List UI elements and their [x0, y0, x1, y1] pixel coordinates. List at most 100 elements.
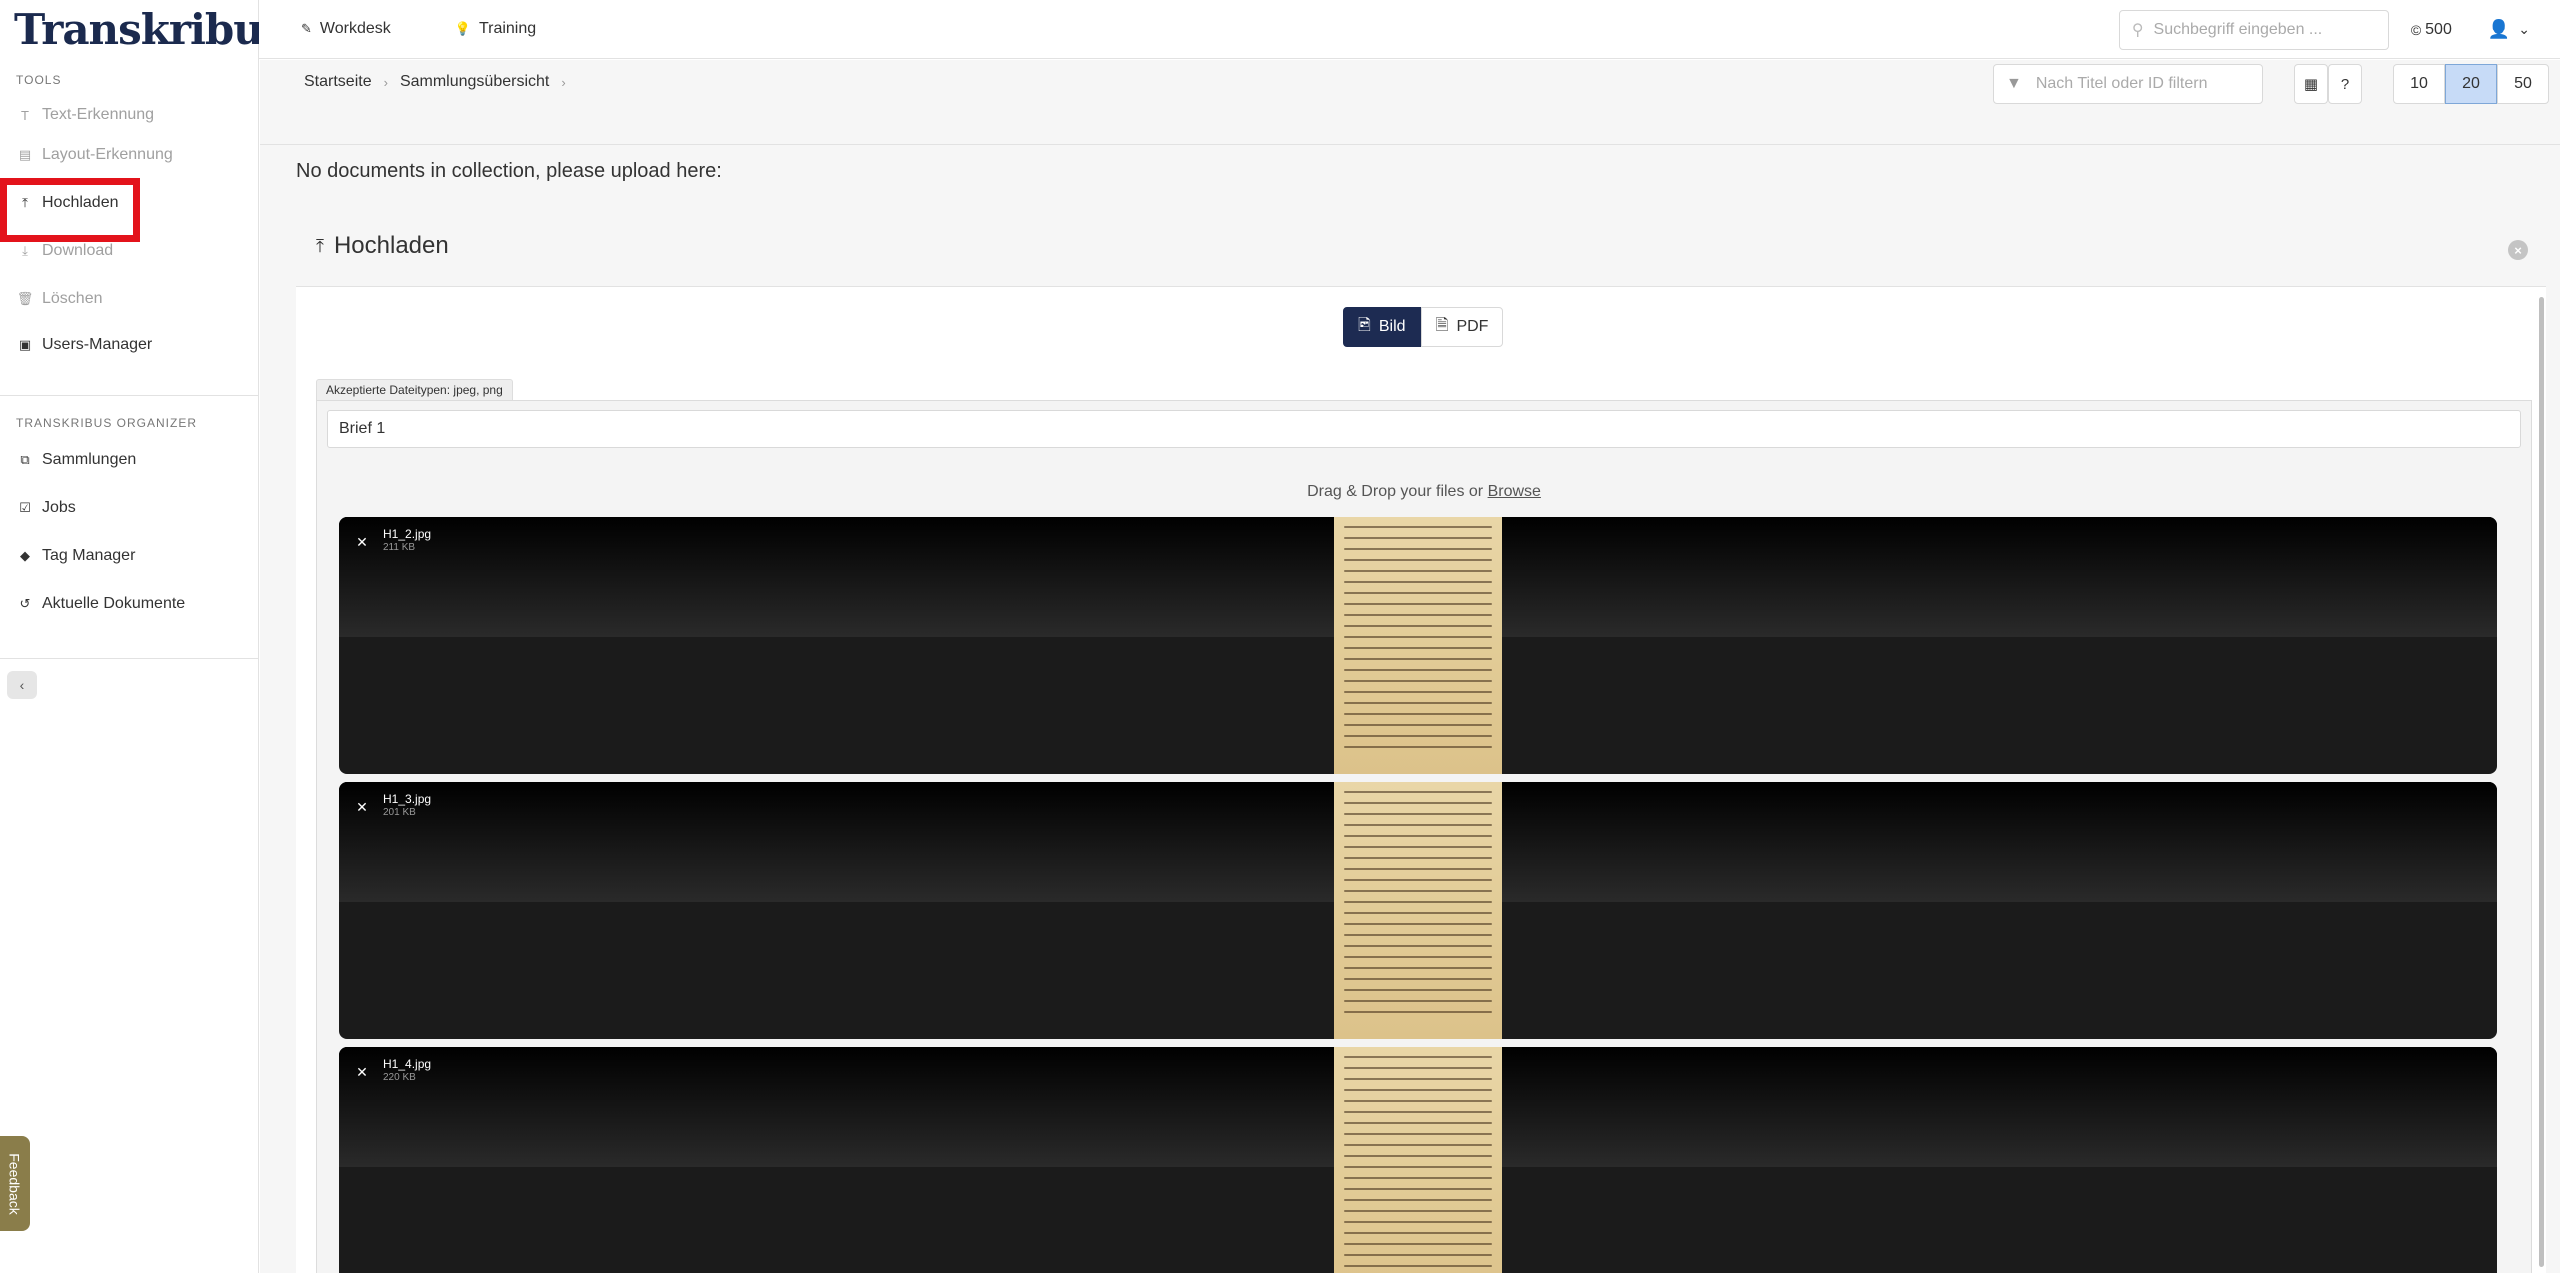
- type-pdf-button[interactable]: 🗎 PDF: [1420, 307, 1504, 347]
- feedback-label: Feedback: [7, 1152, 24, 1215]
- upload-dropzone[interactable]: Brief 1 Drag & Drop your files or Browse…: [316, 400, 2532, 1273]
- sidebar-item-label: Aktuelle Dokumente: [42, 595, 186, 612]
- credits-display[interactable]: © 500: [2411, 21, 2452, 39]
- highlight-box: [0, 178, 140, 242]
- help-button[interactable]: ?: [2328, 64, 2362, 104]
- user-icon: 👤: [2487, 19, 2511, 39]
- text-recognition-icon: T: [21, 107, 29, 123]
- breadcrumb-collections[interactable]: Sammlungsübersicht: [400, 73, 549, 91]
- jobs-icon: ☑: [19, 500, 31, 515]
- transkribus-logo[interactable]: Transkribus®: [0, 0, 296, 59]
- topbar-right: ⚲ Suchbegriff eingeben ... © 500 👤 ⌄: [2118, 0, 2560, 59]
- sidebar-divider: [0, 658, 258, 659]
- sidebar-item-label: Text-Erkennung: [42, 106, 155, 123]
- app-root: Transkribus® TOOLS T Text-Erkennung ▤ La…: [0, 0, 2560, 1273]
- upload-panel: 🖻 Bild 🗎 PDF Akzeptierte Dateitypen: jpe…: [296, 286, 2546, 1273]
- filter-icon: ▼: [2006, 75, 2022, 92]
- close-icon: ✕: [356, 533, 368, 550]
- sidebar-item-label: Sammlungen: [42, 451, 137, 468]
- sidebar-item-delete[interactable]: 🗑 Löschen: [0, 271, 258, 327]
- file-preview-card: ✕ H1_3.jpg 201 KB: [339, 782, 2497, 1039]
- image-thumbnail: [1334, 782, 1502, 1039]
- file-name: H1_4.jpg: [383, 1057, 432, 1071]
- file-name: H1_2.jpg: [383, 527, 432, 541]
- sidebar-item-users-manager[interactable]: ▣ Users-Manager: [0, 327, 258, 363]
- close-icon: ×: [2514, 242, 2522, 258]
- organizer-section-title: TRANSKRIBUS ORGANIZER: [16, 416, 198, 430]
- history-icon: ↺: [19, 596, 31, 611]
- sidebar-item-label: Tag Manager: [42, 547, 136, 564]
- users-icon: ▣: [18, 337, 32, 352]
- calendar-icon: ▦: [2303, 76, 2319, 93]
- trash-icon: 🗑: [16, 291, 34, 306]
- remove-file-button[interactable]: ✕: [353, 798, 371, 816]
- pen-icon: ✎: [301, 21, 312, 36]
- document-name-field[interactable]: Brief 1: [327, 410, 2521, 448]
- panel-scrollbar[interactable]: [2539, 297, 2544, 1267]
- page-size-50[interactable]: 50: [2497, 64, 2549, 104]
- main-content: Startseite › Sammlungsübersicht › ▼ Nach…: [260, 60, 2560, 1273]
- sidebar-item-jobs[interactable]: ☑ Jobs: [0, 478, 258, 538]
- dropzone-text: Drag & Drop your files or Browse: [317, 483, 2531, 501]
- calendar-button[interactable]: ▦: [2294, 64, 2328, 104]
- sidebar-item-label: Jobs: [42, 499, 76, 516]
- breadcrumb-separator: ›: [383, 74, 388, 90]
- type-pdf-label: PDF: [1456, 318, 1489, 335]
- credits-icon: ©: [2410, 21, 2422, 38]
- close-upload-button[interactable]: ×: [2508, 240, 2528, 260]
- remove-file-button[interactable]: ✕: [353, 533, 371, 551]
- accepted-types-tag: Akzeptierte Dateitypen: jpeg, png: [316, 379, 513, 401]
- sidebar-item-label: Users-Manager: [42, 336, 153, 353]
- upload-icon: ⤒: [316, 235, 324, 256]
- close-icon: ✕: [356, 1063, 368, 1080]
- type-image-label: Bild: [1378, 318, 1406, 335]
- download-icon: ⤓: [22, 243, 28, 258]
- upload-title: Hochladen: [333, 232, 449, 259]
- topbar: ✎ Workdesk 💡 Training ⚲ Suchbegriff eing…: [259, 0, 2560, 59]
- global-search-input[interactable]: ⚲ Suchbegriff eingeben ...: [2118, 9, 2389, 50]
- workdesk-link[interactable]: ✎ Workdesk: [301, 20, 391, 38]
- logo-text[interactable]: Transkribus: [14, 5, 286, 54]
- sidebar-item-layout-recognition[interactable]: ▤ Layout-Erkennung: [0, 135, 258, 175]
- file-type-toggle: 🖻 Bild 🗎 PDF: [1343, 307, 1504, 347]
- sidebar-item-label: Löschen: [42, 290, 103, 307]
- sidebar-item-recent-documents[interactable]: ↺ Aktuelle Dokumente: [0, 574, 258, 634]
- type-image-button[interactable]: 🖻 Bild: [1343, 307, 1421, 347]
- sidebar-item-text-recognition[interactable]: T Text-Erkennung: [0, 95, 258, 135]
- breadcrumb-home[interactable]: Startseite: [304, 73, 372, 91]
- image-thumbnail: [1334, 1047, 1502, 1273]
- breadcrumb-separator: ›: [561, 74, 566, 90]
- sidebar-item-tag-manager[interactable]: ◆ Tag Manager: [0, 538, 258, 574]
- tag-icon: ◆: [20, 548, 30, 563]
- file-preview-card: ✕ H1_4.jpg 220 KB: [339, 1047, 2497, 1273]
- file-size: 201 KB: [383, 807, 416, 818]
- page-size-10[interactable]: 10: [2393, 64, 2445, 104]
- browse-link[interactable]: Browse: [1488, 483, 1541, 500]
- remove-file-button[interactable]: ✕: [353, 1063, 371, 1081]
- dropzone-label: Drag & Drop your files or: [1307, 483, 1488, 500]
- file-size: 220 KB: [383, 1072, 416, 1083]
- sidebar-item-collections[interactable]: ⧉ Sammlungen: [0, 442, 258, 478]
- pdf-file-icon: 🗎: [1435, 316, 1449, 334]
- layout-icon: ▤: [18, 147, 32, 162]
- filter-input[interactable]: ▼ Nach Titel oder ID filtern: [1993, 64, 2263, 104]
- training-link[interactable]: 💡 Training: [455, 20, 536, 38]
- feedback-tab[interactable]: Feedback: [0, 1136, 30, 1231]
- image-thumbnail: [1334, 517, 1502, 774]
- collapse-sidebar-button[interactable]: ‹: [7, 671, 37, 699]
- file-preview-card: ✕ H1_2.jpg 211 KB: [339, 517, 2497, 774]
- page-size-selector: 10 20 50: [2393, 64, 2549, 104]
- image-file-icon: 🖻: [1358, 316, 1371, 334]
- close-icon: ✕: [356, 798, 368, 815]
- bulb-icon: 💡: [454, 21, 471, 36]
- workdesk-label: Workdesk: [319, 20, 391, 37]
- upload-section-title: ⤒ Hochladen: [316, 232, 449, 260]
- sidebar-item-label: Download: [42, 242, 114, 259]
- search-icon: ⚲: [2131, 21, 2144, 39]
- tools-section-title: TOOLS: [16, 73, 62, 87]
- file-size: 211 KB: [383, 542, 416, 553]
- page-size-20[interactable]: 20: [2445, 64, 2497, 104]
- user-menu[interactable]: 👤 ⌄: [2488, 19, 2530, 40]
- credits-value: 500: [2425, 20, 2452, 38]
- collections-icon: ⧉: [20, 452, 30, 467]
